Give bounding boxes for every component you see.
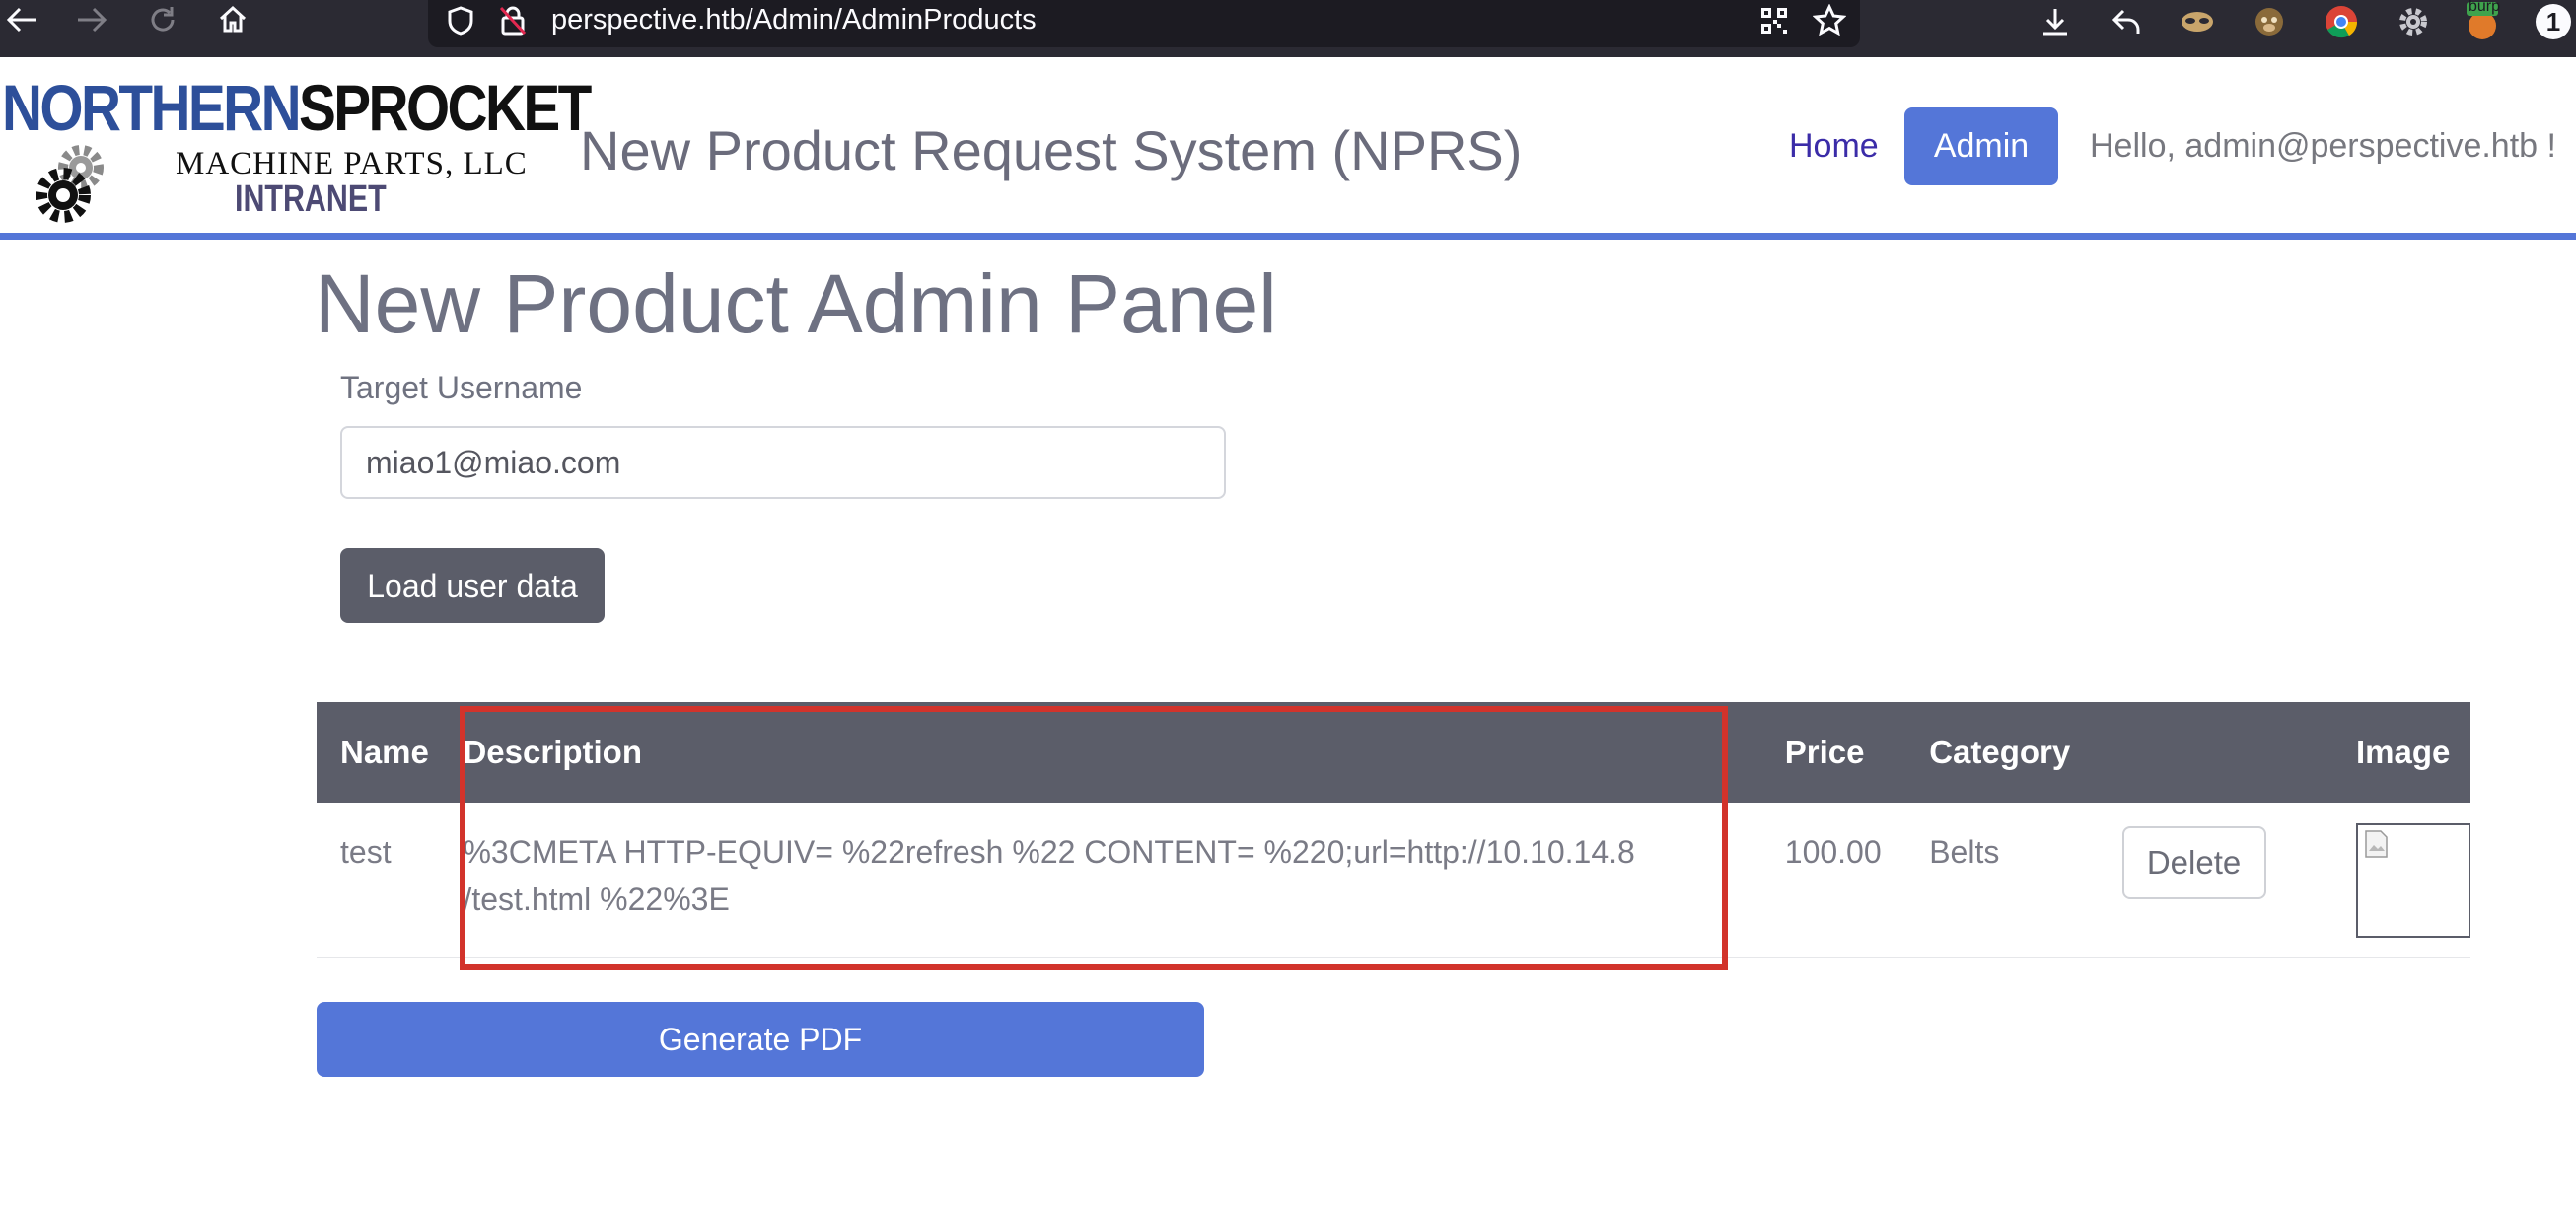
browser-toolbar: perspective.htb/Admin/AdminProducts burp…: [0, 0, 2576, 57]
cell-image: [2332, 803, 2470, 958]
logo-wordmark: NORTHERNSPROCKET: [2, 75, 592, 140]
undo-arrow-icon[interactable]: [2108, 2, 2147, 41]
column-header-description: Description: [451, 702, 1761, 803]
nav-home-link[interactable]: Home: [1789, 127, 1879, 166]
company-logo[interactable]: NORTHERNSPROCKET MACHINE PARTS, LLC INTR…: [0, 75, 592, 223]
url-text[interactable]: perspective.htb/Admin/AdminProducts: [551, 5, 1037, 35]
burp-extension-icon[interactable]: burp: [2463, 0, 2502, 41]
shield-icon[interactable]: [443, 4, 478, 37]
delete-button[interactable]: Delete: [2121, 826, 2266, 899]
forward-icon[interactable]: [72, 0, 111, 39]
settings-gear-icon[interactable]: [2394, 2, 2433, 41]
products-table: Name Description Price Category Image te…: [317, 702, 2470, 958]
user-greeting: Hello, admin@perspective.htb !: [2090, 127, 2556, 165]
generate-pdf-button[interactable]: Generate PDF: [317, 1002, 1204, 1077]
column-header-name: Name: [317, 702, 452, 803]
downloads-icon[interactable]: [2036, 2, 2075, 41]
nav-admin-link[interactable]: Admin: [1904, 107, 2058, 185]
qr-code-icon[interactable]: [1756, 4, 1792, 37]
reload-icon[interactable]: [143, 0, 182, 39]
column-header-image: Image: [2332, 702, 2470, 803]
address-bar[interactable]: perspective.htb/Admin/AdminProducts: [428, 0, 1860, 47]
extension-monkey-icon[interactable]: [2250, 2, 2289, 41]
column-header-category: Category: [1905, 702, 2099, 803]
logo-gears-icon: [36, 145, 104, 223]
description-line-1: %3CMETA HTTP-EQUIV= %22refresh %22 CONTE…: [463, 834, 1635, 870]
site-title: New Product Request System (NPRS): [580, 119, 1523, 181]
home-icon[interactable]: [213, 0, 252, 39]
logo-intranet: INTRANET: [235, 178, 387, 220]
table-row: test %3CMETA HTTP-EQUIV= %22refresh %22 …: [317, 803, 2470, 958]
broken-image-icon: [2365, 830, 2388, 858]
cell-name: test: [317, 803, 452, 958]
target-username-label: Target Username: [340, 370, 583, 405]
chrome-extension-icon[interactable]: [2322, 2, 2361, 41]
column-header-actions: [2098, 702, 2332, 803]
bookmark-star-icon[interactable]: [1812, 4, 1847, 37]
cell-description: %3CMETA HTTP-EQUIV= %22refresh %22 CONTE…: [451, 803, 1761, 958]
back-icon[interactable]: [2, 0, 41, 39]
cell-actions: Delete: [2098, 803, 2332, 958]
description-line-2: /test.html %22%3E: [463, 882, 730, 917]
burp-badge-label: burp: [2469, 0, 2501, 15]
cell-category: Belts: [1905, 803, 2099, 958]
cell-price: 100.00: [1760, 803, 1906, 958]
extension-mask-icon[interactable]: [2178, 2, 2217, 41]
logo-word-northern: NORTHERN: [2, 71, 302, 144]
logo-subtitle: MACHINE PARTS, LLC: [176, 146, 528, 181]
target-username-input[interactable]: [340, 426, 1226, 499]
page-title: New Product Admin Panel: [315, 257, 1277, 350]
column-header-price: Price: [1760, 702, 1906, 803]
notification-badge[interactable]: 1: [2531, 2, 2576, 41]
product-image[interactable]: [2356, 823, 2470, 938]
notification-count: 1: [2536, 4, 2571, 39]
table-header-row: Name Description Price Category Image: [317, 702, 2470, 803]
logo-word-sprocket: SPROCKET: [299, 71, 592, 144]
load-user-data-button[interactable]: Load user data: [340, 548, 605, 623]
site-header: NORTHERNSPROCKET MACHINE PARTS, LLC INTR…: [0, 57, 2576, 240]
insecure-lock-icon[interactable]: [495, 4, 531, 37]
